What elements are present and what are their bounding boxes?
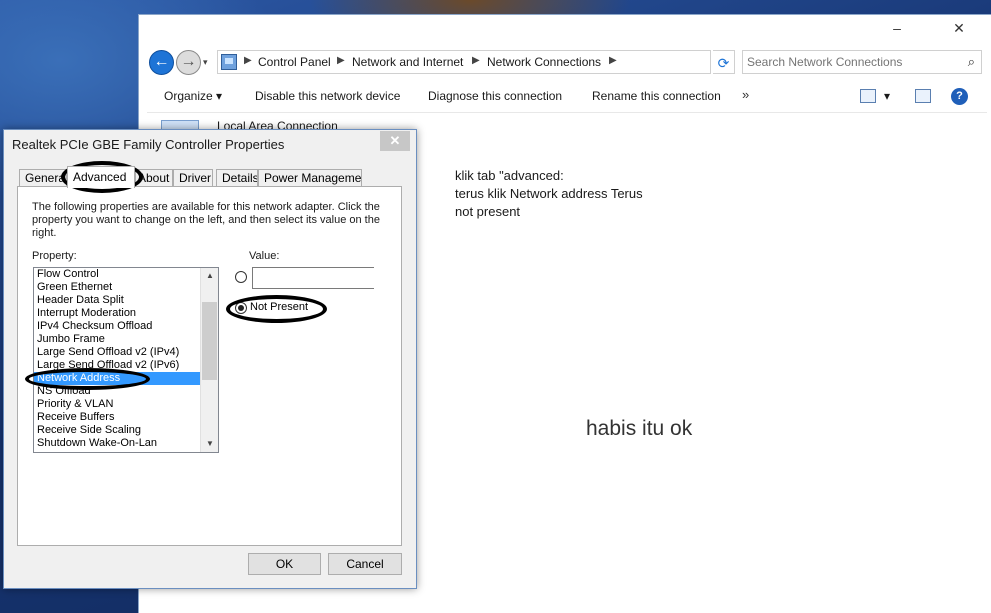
cancel-button[interactable]: Cancel: [328, 553, 402, 575]
back-arrow-icon[interactable]: ←: [149, 50, 174, 75]
list-item[interactable]: Receive Side Scaling: [34, 424, 200, 437]
value-label: Value:: [249, 250, 280, 262]
control-panel-icon: [221, 54, 237, 70]
list-item[interactable]: Jumbo Frame: [34, 333, 200, 346]
note-line: terus klik Network address Terus: [455, 186, 643, 201]
search-input[interactable]: [747, 53, 957, 71]
big-instruction-note: habis itu ok: [586, 417, 693, 440]
chevron-right-icon[interactable]: ▶: [244, 55, 252, 66]
list-item[interactable]: Flow Control: [34, 268, 200, 281]
property-listbox[interactable]: Flow Control Green Ethernet Header Data …: [33, 267, 219, 453]
value-radio[interactable]: [235, 271, 247, 283]
breadcrumb-network-connections[interactable]: Network Connections: [487, 55, 601, 69]
list-item[interactable]: Large Send Offload v2 (IPv4): [34, 346, 200, 359]
address-box[interactable]: ▶ Control Panel ▶ Network and Internet ▶…: [217, 50, 783, 74]
search-box[interactable]: ⌕: [742, 50, 982, 74]
disable-device-button[interactable]: Disable this network device: [255, 89, 400, 103]
chevron-right-icon[interactable]: ▶: [337, 55, 345, 66]
scroll-thumb[interactable]: [202, 302, 217, 380]
not-present-radio[interactable]: [235, 302, 247, 314]
tab-power-management[interactable]: Power Management: [258, 169, 362, 187]
recent-pages-chevron-icon[interactable]: ▾: [203, 57, 208, 68]
view-options-icon[interactable]: [860, 89, 876, 103]
more-commands-icon[interactable]: »: [742, 87, 749, 102]
list-item[interactable]: Interrupt Moderation: [34, 307, 200, 320]
list-item[interactable]: Shutdown Wake-On-Lan: [34, 437, 200, 450]
scroll-up-icon[interactable]: ▲: [201, 268, 218, 284]
breadcrumb-network-and-internet[interactable]: Network and Internet: [352, 55, 463, 69]
list-item[interactable]: Header Data Split: [34, 294, 200, 307]
tab-driver[interactable]: Driver: [173, 169, 213, 187]
list-item[interactable]: IPv4 Checksum Offload: [34, 320, 200, 333]
dialog-title: Realtek PCIe GBE Family Controller Prope…: [12, 137, 285, 152]
address-bar: ← → ▾ ▶ Control Panel ▶ Network and Inte…: [139, 45, 991, 79]
command-bar: Organize ▾ Disable this network device D…: [147, 83, 987, 113]
note-line: klik tab "advanced:: [455, 168, 564, 183]
preview-pane-icon[interactable]: [915, 89, 931, 103]
instruction-note: klik tab "advanced: terus klik Network a…: [455, 167, 755, 221]
description-text: The following properties are available f…: [32, 201, 380, 239]
explorer-titlebar: – ✕: [139, 15, 991, 43]
tab-general[interactable]: General: [19, 169, 67, 187]
list-item[interactable]: Priority & VLAN: [34, 398, 200, 411]
refresh-icon[interactable]: ⟳: [713, 50, 735, 74]
advanced-tab-panel: The following properties are available f…: [17, 186, 402, 546]
organize-menu[interactable]: Organize ▾: [164, 89, 222, 103]
help-icon[interactable]: ?: [951, 88, 968, 105]
not-present-label: Not Present: [250, 301, 309, 313]
tab-details[interactable]: Details: [216, 169, 258, 187]
value-input[interactable]: [252, 267, 374, 289]
forward-arrow-icon[interactable]: →: [176, 50, 201, 75]
properties-dialog: Realtek PCIe GBE Family Controller Prope…: [3, 129, 417, 589]
note-line: not present: [455, 204, 521, 219]
scroll-down-icon[interactable]: ▼: [201, 436, 218, 452]
chevron-right-icon[interactable]: ▶: [609, 55, 617, 66]
breadcrumb-control-panel[interactable]: Control Panel: [258, 55, 331, 69]
rename-connection-button[interactable]: Rename this connection: [592, 89, 721, 103]
search-icon[interactable]: ⌕: [968, 54, 975, 70]
list-item[interactable]: Receive Buffers: [34, 411, 200, 424]
minimize-button[interactable]: –: [885, 19, 909, 37]
list-item-selected[interactable]: Network Address: [34, 372, 200, 385]
dialog-close-button[interactable]: ✕: [380, 131, 410, 151]
list-item[interactable]: Green Ethernet: [34, 281, 200, 294]
property-label: Property:: [32, 250, 77, 262]
diagnose-connection-button[interactable]: Diagnose this connection: [428, 89, 562, 103]
list-item[interactable]: NS Offload: [34, 385, 200, 398]
list-scrollbar[interactable]: ▲ ▼: [200, 268, 218, 452]
list-item[interactable]: Large Send Offload v2 (IPv6): [34, 359, 200, 372]
chevron-right-icon[interactable]: ▶: [472, 55, 480, 66]
chevron-down-icon[interactable]: ▾: [884, 89, 890, 103]
ok-button[interactable]: OK: [248, 553, 321, 575]
tab-about[interactable]: About: [135, 169, 173, 187]
tab-advanced[interactable]: Advanced: [67, 166, 135, 188]
close-button[interactable]: ✕: [947, 19, 971, 37]
